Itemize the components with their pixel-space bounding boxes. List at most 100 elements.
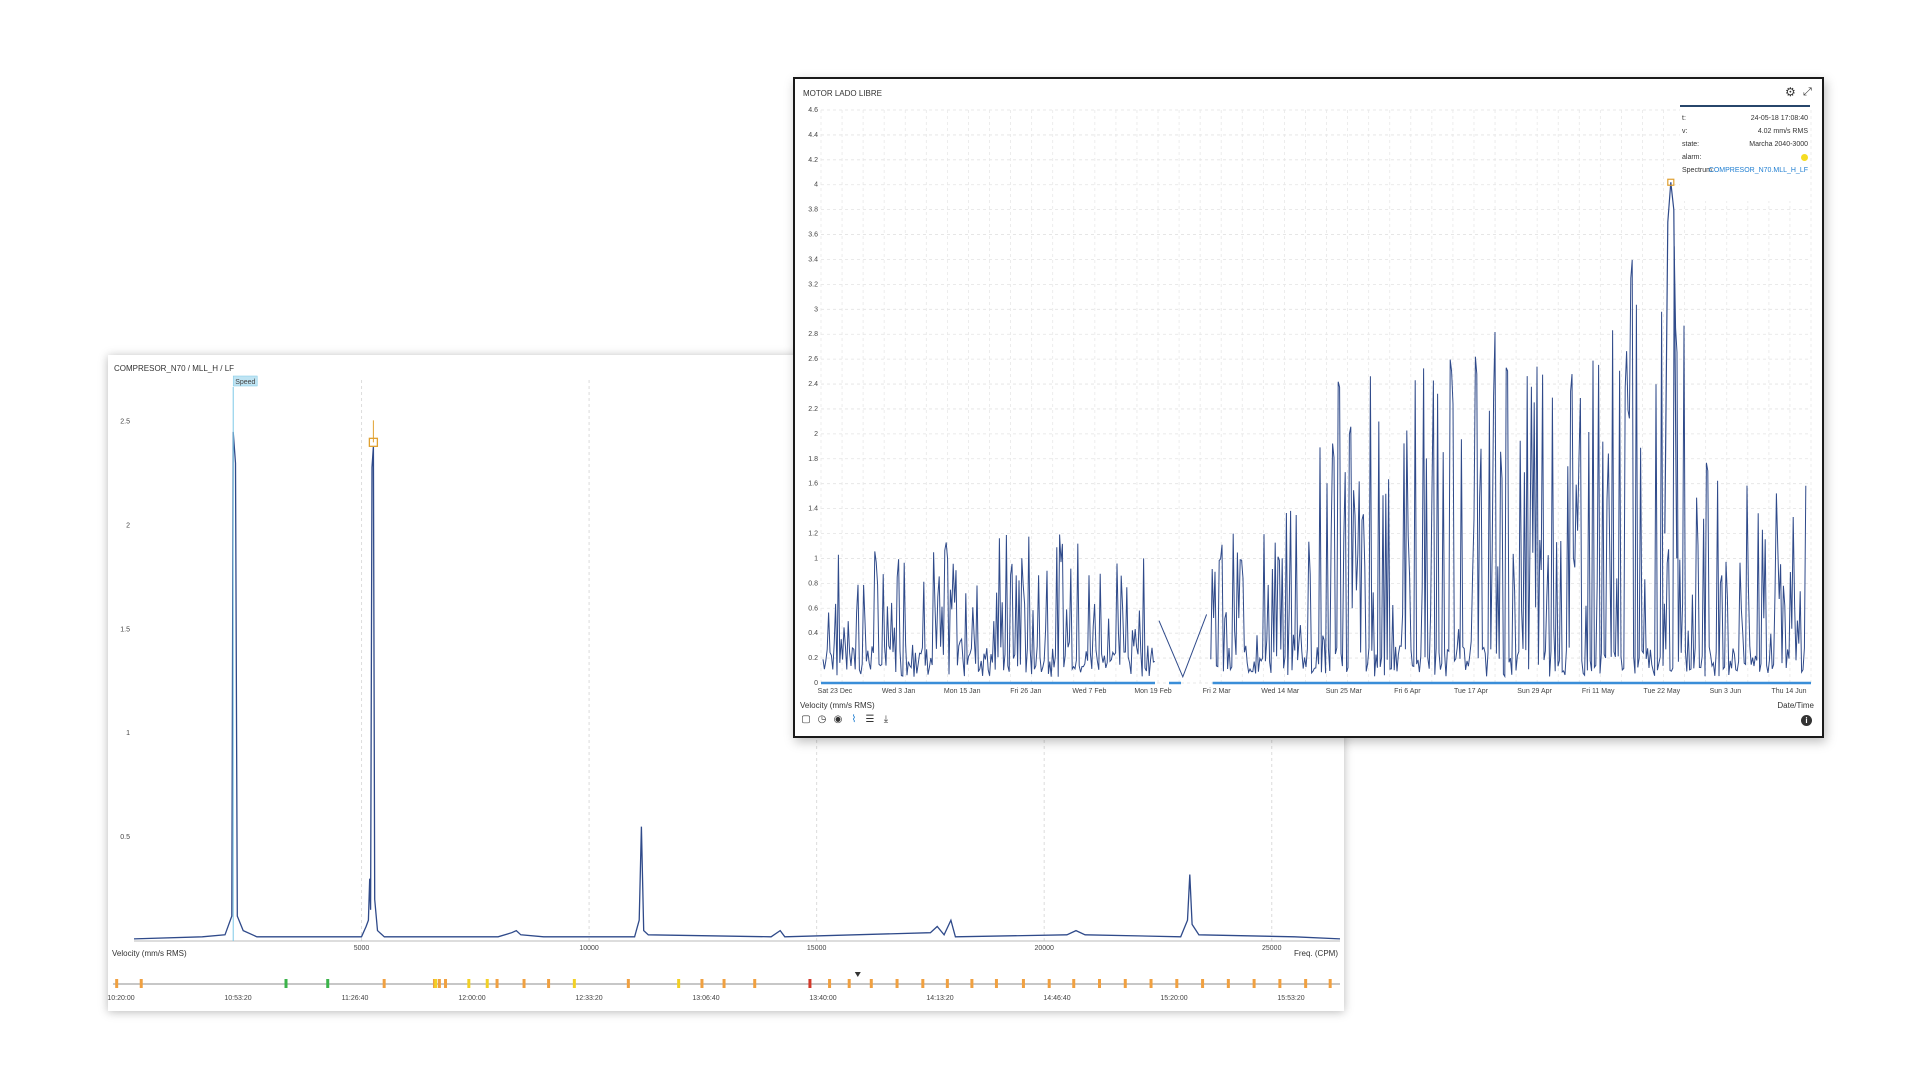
trend-y-tick-label: 0.4 — [808, 630, 818, 637]
trend-y-tick-label: 1.6 — [808, 481, 818, 488]
download-icon[interactable]: ⤓ — [881, 715, 891, 725]
trend-y-tick-label: 3 — [814, 306, 818, 313]
trend-x-tick-label: Fri 11 May — [1582, 688, 1615, 695]
trend-y-tick-label: 2 — [814, 431, 818, 438]
trend-x-tick-label: Fri 2 Mar — [1203, 688, 1232, 695]
timeline-marker — [1149, 979, 1153, 988]
trend-panel: MOTOR LADO LIBRE ⚙ ⤢ 0 0.2 0.4 0.6 0.8 1 1.2 1.… — [793, 77, 1824, 738]
history-icon[interactable]: ◷ — [817, 715, 827, 725]
trend-y-tick-label: 3.6 — [808, 232, 818, 239]
timeline-marker — [1047, 979, 1051, 988]
trend-y-tick-label: 2.4 — [808, 381, 818, 388]
trend-x-axis-label: Date/Time — [1777, 701, 1814, 710]
timeline-time-label: 14:46:40 — [1043, 995, 1070, 1002]
timeline-marker — [1278, 979, 1282, 988]
timeline-marker — [434, 979, 438, 988]
timeline-marker — [485, 979, 489, 988]
trend-y-axis-label: Velocity (mm/s RMS) — [800, 701, 875, 710]
timeline-marker — [467, 979, 471, 988]
trend-x-tick-label: Wed 3 Jan — [882, 688, 915, 695]
trend-y-tick-label: 2.2 — [808, 406, 818, 413]
timeline-marker — [921, 979, 925, 988]
timeline-time-label: 12:00:00 — [458, 995, 485, 1002]
tooltip-row-spectrum: Spectrum: COMPRESOR_N70.MLL_H_LF — [1682, 167, 1808, 174]
trend-x-tick-label: Tue 22 May — [1643, 688, 1680, 695]
trend-y-tick-label: 0.2 — [808, 655, 818, 662]
spectrum-link[interactable]: COMPRESOR_N70.MLL_H_LF — [1709, 167, 1808, 174]
timeline-marker — [994, 979, 998, 988]
timeline-marker — [115, 979, 119, 988]
timeline-marker — [495, 979, 499, 988]
spectrum-x-tick-label: 10000 — [579, 945, 599, 952]
trend-x-tick-label: Thu 14 Jun — [1771, 688, 1806, 695]
timeline-marker — [382, 979, 386, 988]
trend-y-tick-label: 4 — [814, 182, 818, 189]
timeline-time-label: 11:26:40 — [342, 995, 369, 1002]
timeline-marker — [1252, 979, 1256, 988]
tooltip-row-value: v: 4.02 mm/s RMS — [1682, 128, 1808, 135]
trend-y-tick-label: 1 — [814, 555, 818, 562]
timeline-marker — [970, 979, 974, 988]
spectrum-y-tick-label: 2 — [126, 522, 130, 529]
timeline-marker — [139, 979, 143, 988]
timeline-time-label: 10:53:20 — [224, 995, 251, 1002]
spectrum-x-tick-label: 25000 — [1262, 945, 1282, 952]
zoom-icon[interactable]: ▢ — [801, 715, 811, 725]
timeline-marker — [1098, 979, 1102, 988]
data-tooltip: t: 24-05-18 17:08:40 v: 4.02 mm/s RMS stat… — [1680, 105, 1810, 201]
eye-icon[interactable]: ◉ — [833, 715, 843, 725]
timeline-marker — [326, 979, 330, 988]
timeline-marker — [945, 979, 949, 988]
timeline-marker — [700, 979, 704, 988]
tooltip-row-state: state: Marcha 2040-3000 — [1682, 141, 1808, 148]
spectrum-x-tick-label: 20000 — [1034, 945, 1054, 952]
trend-y-tick-label: 3.2 — [808, 281, 818, 288]
trend-x-tick-label: Sun 29 Apr — [1517, 688, 1552, 695]
timeline-marker — [1175, 979, 1179, 988]
timeline-marker — [437, 979, 441, 988]
timeline-marker — [1201, 979, 1205, 988]
tooltip-row-alarm: alarm: — [1682, 154, 1808, 164]
timeline-time-label: 14:13:20 — [926, 995, 953, 1002]
info-icon[interactable]: i — [1801, 715, 1812, 726]
trend-y-tick-label: 3.4 — [808, 256, 818, 263]
timeline-time-label: 15:20:00 — [1160, 995, 1187, 1002]
trend-x-tick-label: Fri 26 Jan — [1010, 688, 1041, 695]
timeline-marker — [1072, 979, 1076, 988]
timeline-marker — [753, 979, 757, 988]
timeline-marker — [547, 979, 551, 988]
list-icon[interactable]: ☰ — [865, 715, 875, 725]
trend-y-tick-label: 0 — [814, 680, 818, 687]
timeline-marker — [847, 979, 851, 988]
trend-x-tick-label: Mon 15 Jan — [944, 688, 981, 695]
spectrum-x-tick-label: 15000 — [807, 945, 827, 952]
spectrum-y-tick-label: 2.5 — [120, 419, 130, 426]
trend-y-tick-label: 1.4 — [808, 506, 818, 513]
timeline-time-label: 13:06:40 — [692, 995, 719, 1002]
spectrum-y-tick-label: 0.5 — [120, 834, 130, 841]
alarm-indicator-icon — [1801, 154, 1808, 161]
timeline-marker — [722, 979, 726, 988]
chart-icon[interactable]: ⌇ — [849, 715, 859, 725]
trend-x-tick-label: Wed 14 Mar — [1261, 688, 1300, 695]
trend-gap-connector — [1158, 614, 1208, 679]
spectrum-y-tick-label: 1 — [126, 730, 130, 737]
trend-x-tick-label: Sun 3 Jun — [1710, 688, 1742, 695]
timeline-time-label: 12:33:20 — [575, 995, 602, 1002]
trend-y-tick-label: 3.8 — [808, 207, 818, 214]
speed-badge-label: Speed — [235, 379, 255, 386]
spectrum-y-axis-label: Velocity (mm/s RMS) — [112, 949, 187, 958]
timeline-time-label: 13:40:00 — [809, 995, 836, 1002]
trend-chart[interactable]: 0 0.2 0.4 0.6 0.8 1 1.2 1.4 1.6 1.8 2 2.2 2.4 2.6 2.8 3… — [795, 79, 1822, 736]
timeline-marker — [828, 979, 832, 988]
spectrum-x-axis-label: Freq. (CPM) — [1294, 949, 1338, 958]
trend-x-tick-label: Sat 23 Dec — [818, 688, 853, 695]
timeline-marker — [1226, 979, 1230, 988]
timeline-marker — [1328, 979, 1332, 988]
trend-y-tick-label: 2.6 — [808, 356, 818, 363]
timeline-pointer-icon — [854, 972, 861, 977]
timeline-marker — [626, 979, 630, 988]
timeline-time-label: 15:53:20 — [1277, 995, 1304, 1002]
spectrum-y-tick-label: 1.5 — [120, 626, 130, 633]
timeline-marker — [895, 979, 899, 988]
